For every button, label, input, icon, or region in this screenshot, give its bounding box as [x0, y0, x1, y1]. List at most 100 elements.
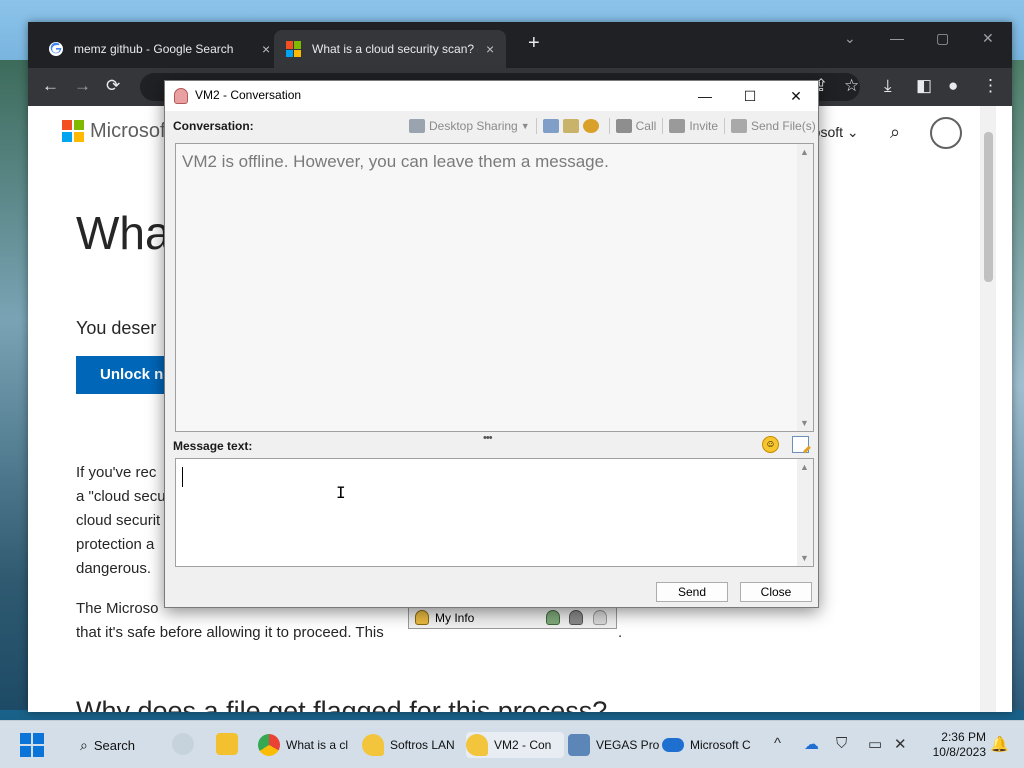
taskbar-app-chrome[interactable]: What is a cl — [258, 732, 356, 758]
emoji-icon[interactable]: ☺ — [762, 436, 779, 453]
new-tab-button[interactable]: + — [528, 32, 540, 55]
vegas-pro-icon — [568, 734, 590, 756]
settings-icon[interactable] — [582, 119, 599, 133]
account-avatar-icon[interactable] — [930, 117, 962, 149]
notification-bell-icon[interactable]: 🔔 — [990, 735, 1009, 753]
send-button[interactable]: Send — [656, 582, 728, 602]
maximize-button[interactable]: ☐ — [738, 85, 762, 107]
softros-icon — [362, 734, 384, 756]
taskbar-app-softros[interactable]: Softros LAN — [362, 732, 460, 758]
tab-cloud-security[interactable]: What is a cloud security scan? - M × — [274, 30, 507, 68]
history-scrollbar[interactable]: ▲ ▼ — [797, 144, 813, 431]
close-tab-icon[interactable]: × — [486, 41, 494, 57]
taskbar-app-vegas[interactable]: VEGAS Pro — [568, 732, 666, 758]
my-info-label: My Info — [435, 611, 475, 625]
taskbar-app-label: VEGAS Pro — [596, 738, 660, 752]
taskbar-app-onedrive[interactable]: Microsoft C — [662, 732, 758, 758]
taskbar: ⌕ Search What is a cl Softros LAN VM2 - … — [0, 720, 1024, 768]
search-label: Search — [93, 737, 136, 753]
close-window-button[interactable]: ✕ — [784, 85, 808, 107]
toolbar-separator — [662, 118, 664, 134]
file-explorer-icon[interactable] — [216, 733, 238, 755]
paragraph-line: If you've rec — [76, 464, 157, 481]
page-subtitle: You deser — [76, 318, 157, 338]
page-title: Wha — [76, 207, 171, 259]
paragraph-line: that it's safe before allowing it to pro… — [76, 624, 384, 641]
paragraph-line: protection a — [76, 536, 155, 553]
call-label: Call — [635, 119, 657, 133]
conversation-toolbar: Desktop Sharing ▼ Call Invite Send File(… — [409, 117, 816, 135]
scroll-down-icon[interactable]: ▼ — [800, 553, 809, 563]
conversation-history[interactable]: VM2 is offline. However, you can leave t… — [175, 143, 814, 432]
defender-tray-icon[interactable]: ⛉ — [836, 735, 847, 752]
status-offline-icon[interactable] — [593, 610, 607, 625]
volume-muted-icon[interactable]: ✕ — [894, 735, 907, 753]
download-icon[interactable]: ⤓ — [884, 76, 892, 96]
text-caret — [182, 467, 183, 487]
taskbar-search[interactable]: ⌕ Search — [68, 730, 162, 760]
paragraph-line: The Microso — [76, 600, 159, 617]
minimize-button[interactable]: — — [693, 85, 717, 107]
minimize-button[interactable]: — — [890, 30, 904, 46]
tab-search-icon[interactable]: ⌄ — [844, 30, 856, 47]
invite-icon — [669, 119, 686, 133]
brand-name[interactable]: Microsoft — [90, 120, 171, 143]
history-icon[interactable] — [542, 119, 559, 133]
user-offline-icon — [174, 88, 188, 104]
page-scrollbar[interactable] — [980, 106, 996, 712]
taskbar-app-conversation[interactable]: VM2 - Con — [466, 732, 564, 758]
toolbar-separator — [724, 118, 725, 134]
menu-icon[interactable]: ⋮ — [982, 76, 999, 96]
onedrive-icon — [662, 738, 684, 752]
profile-icon[interactable]: ● — [948, 76, 958, 96]
show-hidden-icons-chevron-icon[interactable]: ^ — [774, 735, 781, 752]
scrollbar-thumb[interactable] — [984, 132, 993, 282]
status-available-icon[interactable] — [546, 610, 560, 625]
message-scrollbar[interactable]: ▲ ▼ — [797, 459, 813, 566]
paragraph-line: cloud securit — [76, 512, 161, 529]
side-panel-icon[interactable]: ◧ — [916, 76, 932, 96]
search-icon[interactable]: ⌕ — [890, 122, 900, 143]
send-files-label: Send File(s) — [751, 119, 816, 133]
windows-start-icon[interactable] — [20, 733, 44, 757]
weather-icon[interactable] — [172, 733, 194, 755]
close-tab-icon[interactable]: × — [262, 41, 270, 57]
taskbar-app-label: What is a cl — [286, 738, 349, 752]
paragraph-tail: . — [618, 624, 623, 641]
close-button[interactable]: Close — [740, 582, 812, 602]
bookmark-star-icon[interactable]: ☆ — [844, 76, 859, 96]
status-away-icon[interactable] — [569, 610, 583, 625]
desktop-sharing-icon — [409, 119, 425, 133]
microsoft-icon — [286, 41, 302, 57]
onedrive-tray-icon[interactable]: ☁ — [804, 735, 819, 753]
invite-button[interactable]: Invite — [669, 119, 718, 133]
pane-splitter[interactable]: ••• — [483, 432, 493, 444]
send-files-button[interactable]: Send File(s) — [731, 119, 816, 133]
forward-icon[interactable]: → — [74, 76, 91, 96]
user-status-icon — [415, 610, 429, 625]
message-input[interactable]: I ▲ ▼ — [175, 458, 814, 567]
scroll-up-icon[interactable]: ▲ — [800, 147, 809, 157]
display-tray-icon[interactable]: ▭ — [868, 735, 882, 753]
scroll-down-icon[interactable]: ▼ — [800, 418, 809, 428]
desktop-sharing-button[interactable]: Desktop Sharing ▼ — [409, 119, 530, 133]
clock-time: 2:36 PM — [941, 730, 986, 744]
taskbar-app-label: Softros LAN — [390, 738, 454, 752]
conversation-titlebar[interactable]: VM2 - Conversation — ☐ ✕ — [165, 81, 818, 111]
microsoft-logo-icon[interactable] — [62, 120, 84, 142]
section-heading: Why does a file get flagged for this pro… — [76, 696, 608, 712]
maximize-button[interactable]: ▢ — [936, 30, 949, 47]
my-info-bar[interactable]: My Info — [408, 606, 617, 629]
notes-icon[interactable] — [562, 119, 579, 133]
close-window-button[interactable]: ✕ — [982, 30, 994, 47]
system-clock[interactable]: 2:36 PM 10/8/2023 — [922, 730, 986, 760]
tab-title: memz github - Google Search — [74, 42, 234, 56]
reload-icon[interactable]: ⟳ — [106, 76, 120, 96]
scroll-up-icon[interactable]: ▲ — [800, 462, 809, 472]
desktop-sharing-label: Desktop Sharing — [429, 119, 518, 133]
call-button[interactable]: Call — [615, 119, 657, 133]
tab-google-search[interactable]: memz github - Google Search × — [36, 30, 282, 68]
text-format-icon[interactable] — [792, 436, 809, 453]
back-icon[interactable]: ← — [42, 76, 59, 96]
conversation-title: VM2 - Conversation — [195, 88, 302, 102]
